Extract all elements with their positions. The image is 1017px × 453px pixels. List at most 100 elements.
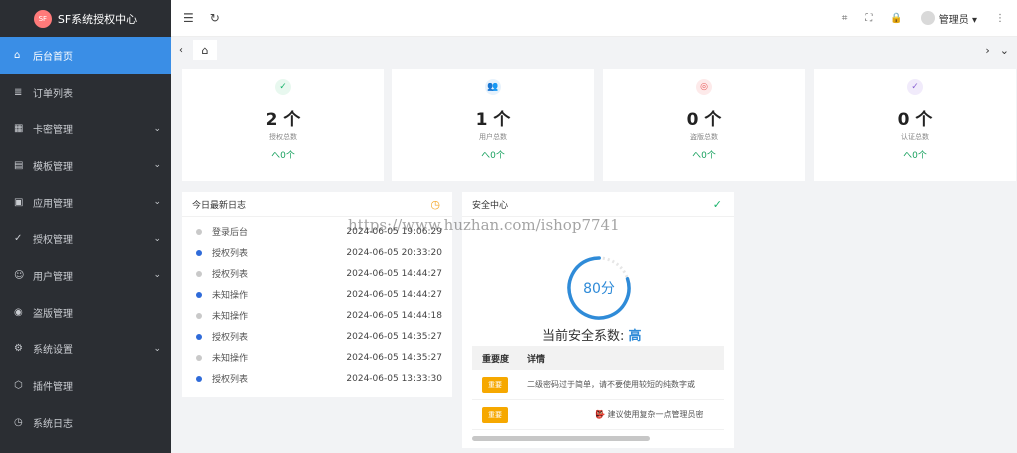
- tag-icon[interactable]: ⌗: [842, 13, 848, 24]
- sidebar-item-label: 系统日志: [33, 418, 73, 430]
- stat-card-certified: ✓ 0 个 认证总数 へ0个: [814, 69, 1016, 181]
- users-icon: 👥: [485, 79, 501, 95]
- stat-trend: へ0个: [271, 151, 295, 161]
- log-action: 授权列表: [212, 333, 249, 343]
- card-header: 今日最新日志 ◷: [182, 192, 452, 217]
- clock-icon: ◷: [430, 197, 440, 211]
- card-title: 安全中心: [472, 200, 509, 211]
- sidebar-item-templates[interactable]: ▤ 模板管理 ⌄: [0, 147, 171, 184]
- log-time: 2024-06-05 14:44:18: [346, 310, 442, 321]
- template-icon: ▤: [14, 159, 24, 171]
- table-row: 重要 👺 建议使用复杂一点管理员密: [472, 400, 724, 430]
- tab-dropdown-icon[interactable]: ⌄: [1000, 44, 1009, 57]
- tab-home[interactable]: ⌂: [193, 40, 217, 60]
- sidebar-item-apps[interactable]: ▣ 应用管理 ⌄: [0, 184, 171, 221]
- lock-icon[interactable]: 🔒: [890, 13, 902, 24]
- card-header: 安全中心 ✓: [462, 192, 734, 217]
- log-action: 未知操作: [212, 291, 249, 301]
- security-factor: 当前安全系数: 高: [542, 325, 642, 344]
- list-icon: ≣: [14, 86, 23, 98]
- watermark: https://www.huzhan.com/ishop7741: [348, 216, 620, 234]
- stat-trend: へ0个: [903, 151, 927, 161]
- timeline-dot: [196, 375, 202, 382]
- security-factor-level: 高: [628, 329, 642, 344]
- sidebar-item-label: 授权管理: [33, 235, 73, 247]
- timeline-dot: [196, 312, 202, 319]
- stat-value: 1 个: [475, 110, 511, 130]
- log-time: 2024-06-05 14:35:27: [346, 352, 442, 363]
- timeline-dot: [196, 354, 202, 361]
- table-header: 重要度 详情: [472, 346, 724, 370]
- importance-badge: 重要: [482, 376, 508, 393]
- menu-toggle-icon[interactable]: ☰: [183, 11, 194, 25]
- user-icon: ☺: [14, 269, 25, 281]
- user-menu[interactable]: 管理员 ▾: [920, 11, 977, 26]
- app-icon: ▣: [14, 196, 24, 208]
- timeline-dot: [196, 228, 202, 235]
- shield-check-icon: ✓: [275, 79, 291, 95]
- brand[interactable]: SF SF系统授权中心: [0, 0, 171, 37]
- log-time: 2024-06-05 14:35:27: [346, 331, 442, 342]
- check-circle-icon: ✓: [907, 79, 923, 95]
- card-title: 今日最新日志: [192, 200, 247, 211]
- security-score: 80分: [583, 281, 615, 297]
- stat-label: 认证总数: [901, 133, 929, 141]
- stat-trend: へ0个: [481, 151, 505, 161]
- chevron-down-icon: ⌄: [153, 123, 161, 134]
- tab-prev-icon[interactable]: ‹: [179, 45, 183, 56]
- stat-card-piracy: ◎ 0 个 盗版总数 へ0个: [603, 69, 805, 181]
- home-icon: ⌂: [201, 43, 209, 57]
- sidebar-item-label: 模板管理: [33, 161, 73, 173]
- chevron-down-icon: ⌄: [153, 233, 161, 244]
- sidebar: SF SF系统授权中心 ⌂ 后台首页 ≣ 订单列表 ▦ 卡密管理 ⌄ ▤ 模板管…: [0, 0, 171, 453]
- sidebar-item-licenses[interactable]: ✓ 授权管理 ⌄: [0, 220, 171, 257]
- sidebar-item-label: 盗版管理: [33, 308, 73, 320]
- stat-value: 2 个: [265, 110, 301, 130]
- log-time: 2024-06-05 20:33:20: [346, 247, 442, 258]
- horizontal-scrollbar[interactable]: [472, 436, 650, 441]
- importance-badge: 重要: [482, 406, 508, 423]
- clock-icon: ◷: [14, 416, 23, 428]
- chevron-down-icon: ⌄: [153, 270, 161, 281]
- sidebar-item-logs[interactable]: ◷ 系统日志: [0, 404, 171, 441]
- sidebar-item-plugins[interactable]: ⬡ 插件管理: [0, 367, 171, 404]
- user-name: 管理员 ▾: [938, 14, 977, 26]
- list-item: 未知操作 2024-06-05 14:44:18: [196, 305, 442, 326]
- sidebar-item-label: 卡密管理: [33, 125, 73, 137]
- home-icon: ⌂: [14, 49, 21, 61]
- gear-icon: ⚙: [14, 343, 23, 355]
- shield-check-icon: ✓: [14, 233, 23, 245]
- sidebar-item-label: 插件管理: [33, 382, 73, 394]
- sidebar-item-piracy[interactable]: ◉ 盗版管理: [0, 294, 171, 331]
- list-item: 未知操作 2024-06-05 14:44:27: [196, 284, 442, 305]
- plugin-icon: ⬡: [14, 380, 23, 392]
- stat-trend: へ0个: [692, 151, 716, 161]
- stat-label: 授权总数: [269, 133, 297, 141]
- sidebar-item-users[interactable]: ☺ 用户管理 ⌄: [0, 257, 171, 294]
- detail-text: 👺 建议使用复杂一点管理员密: [595, 410, 704, 419]
- list-item: 授权列表 2024-06-05 20:33:20: [196, 242, 442, 263]
- tab-next-icon[interactable]: ›: [985, 44, 989, 57]
- sidebar-item-orders[interactable]: ≣ 订单列表: [0, 74, 171, 111]
- log-action: 未知操作: [212, 354, 249, 364]
- log-time: 2024-06-05 13:33:30: [346, 373, 442, 384]
- fullscreen-icon[interactable]: ⛶: [865, 13, 872, 24]
- topbar: ☰ ↻ ⌗ ⛶ 🔒 管理员 ▾ ⋮: [171, 0, 1017, 37]
- list-item: 授权列表 2024-06-05 13:33:30: [196, 368, 442, 389]
- stat-card-licenses: ✓ 2 个 授权总数 へ0个: [182, 69, 384, 181]
- list-item: 授权列表 2024-06-05 14:35:27: [196, 326, 442, 347]
- more-icon[interactable]: ⋮: [995, 13, 1005, 24]
- stat-value: 0 个: [897, 110, 933, 130]
- stat-label: 用户总数: [479, 133, 507, 141]
- sidebar-item-cards[interactable]: ▦ 卡密管理 ⌄: [0, 110, 171, 147]
- list-item: 授权列表 2024-06-05 14:44:27: [196, 263, 442, 284]
- sidebar-item-label: 订单列表: [33, 88, 73, 100]
- tab-bar: ‹ ⌂ › ⌄: [171, 37, 1017, 63]
- sidebar-item-dashboard[interactable]: ⌂ 后台首页: [0, 37, 171, 74]
- refresh-icon[interactable]: ↻: [210, 11, 220, 25]
- log-action: 授权列表: [212, 375, 249, 385]
- table-row: 重要 二级密码过于简单，请不要使用较短的纯数字或: [472, 370, 724, 400]
- sidebar-item-settings[interactable]: ⚙ 系统设置 ⌄: [0, 331, 171, 368]
- sidebar-item-label: 应用管理: [33, 198, 73, 210]
- log-time: 2024-06-05 14:44:27: [346, 268, 442, 279]
